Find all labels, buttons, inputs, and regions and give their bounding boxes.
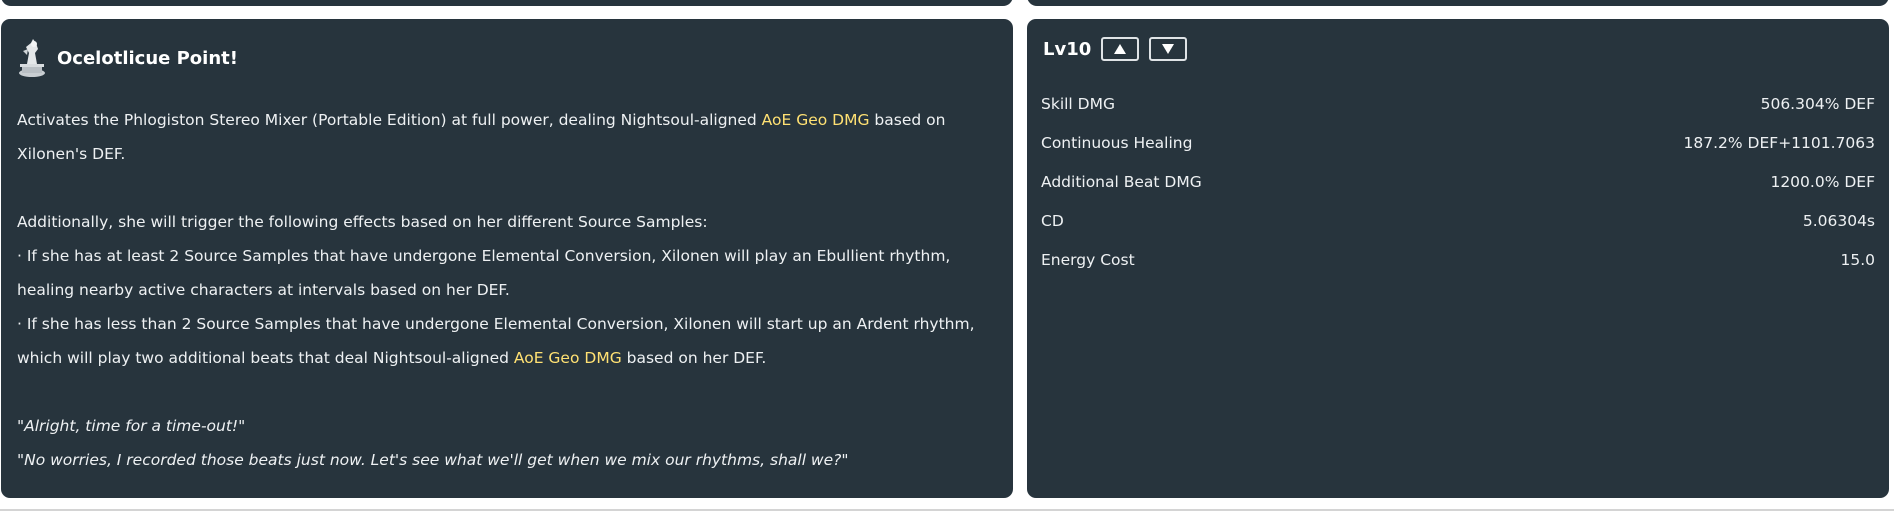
stat-name: Additional Beat DMG <box>1041 172 1202 191</box>
desc-paragraph-2: Additionally, she will trigger the follo… <box>17 213 708 231</box>
desc-paragraph-1: Activates the Phlogiston Stereo Mixer (P… <box>17 103 1002 171</box>
stat-value: 506.304% DEF <box>1760 94 1875 113</box>
stat-name: CD <box>1041 211 1064 230</box>
stat-row: CD 5.06304s <box>1041 201 1875 240</box>
stat-row: Skill DMG 506.304% DEF <box>1041 84 1875 123</box>
desc-text: · If she has less than 2 Source Samples … <box>17 315 975 367</box>
stat-value: 1200.0% DEF <box>1770 172 1875 191</box>
skill-description-card: Ocelotlicue Point! Activates the Phlogis… <box>1 19 1013 498</box>
quote-2: "No worries, I recorded those beats just… <box>17 451 849 469</box>
level-label: Lv10 <box>1043 38 1092 60</box>
desc-text: Activates the Phlogiston Stereo Mixer (P… <box>17 111 762 129</box>
level-down-button[interactable] <box>1149 37 1188 61</box>
stat-name: Energy Cost <box>1041 250 1135 269</box>
desc-paragraph-4: · If she has less than 2 Source Samples … <box>17 307 1002 375</box>
skill-stats-card: Lv10 Skill DMG 506.304% DEF Continuous H… <box>1027 19 1889 498</box>
geo-dmg-highlight: AoE Geo DMG <box>761 111 870 129</box>
stat-value: 5.06304s <box>1802 211 1875 230</box>
stat-row: Additional Beat DMG 1200.0% DEF <box>1041 162 1875 201</box>
stat-value: 15.0 <box>1840 250 1875 269</box>
burst-skill-icon <box>19 39 45 77</box>
previous-card-right-edge <box>1027 0 1889 6</box>
stats-table: Skill DMG 506.304% DEF Continuous Healin… <box>1041 84 1875 279</box>
desc-paragraph-3: · If she has at least 2 Source Samples t… <box>17 247 951 299</box>
stat-row: Continuous Healing 187.2% DEF+1101.7063 <box>1041 123 1875 162</box>
stat-value: 187.2% DEF+1101.7063 <box>1683 133 1875 152</box>
previous-card-left-edge <box>1 0 1013 6</box>
skill-description: Activates the Phlogiston Stereo Mixer (P… <box>17 103 1002 477</box>
page-divider <box>0 509 1894 511</box>
stat-name: Skill DMG <box>1041 94 1115 113</box>
skill-title: Ocelotlicue Point! <box>57 47 238 69</box>
skill-header: Ocelotlicue Point! <box>17 37 238 79</box>
stat-row: Energy Cost 15.0 <box>1041 240 1875 279</box>
level-up-button[interactable] <box>1101 37 1140 61</box>
geo-dmg-highlight: AoE Geo DMG <box>513 349 622 367</box>
level-selector: Lv10 <box>1043 37 1197 61</box>
stat-name: Continuous Healing <box>1041 133 1193 152</box>
desc-text: based on her DEF. <box>621 349 767 367</box>
triangle-up-icon <box>1114 44 1127 54</box>
quote-1: "Alright, time for a time-out!" <box>17 417 246 435</box>
triangle-down-icon <box>1162 44 1175 54</box>
